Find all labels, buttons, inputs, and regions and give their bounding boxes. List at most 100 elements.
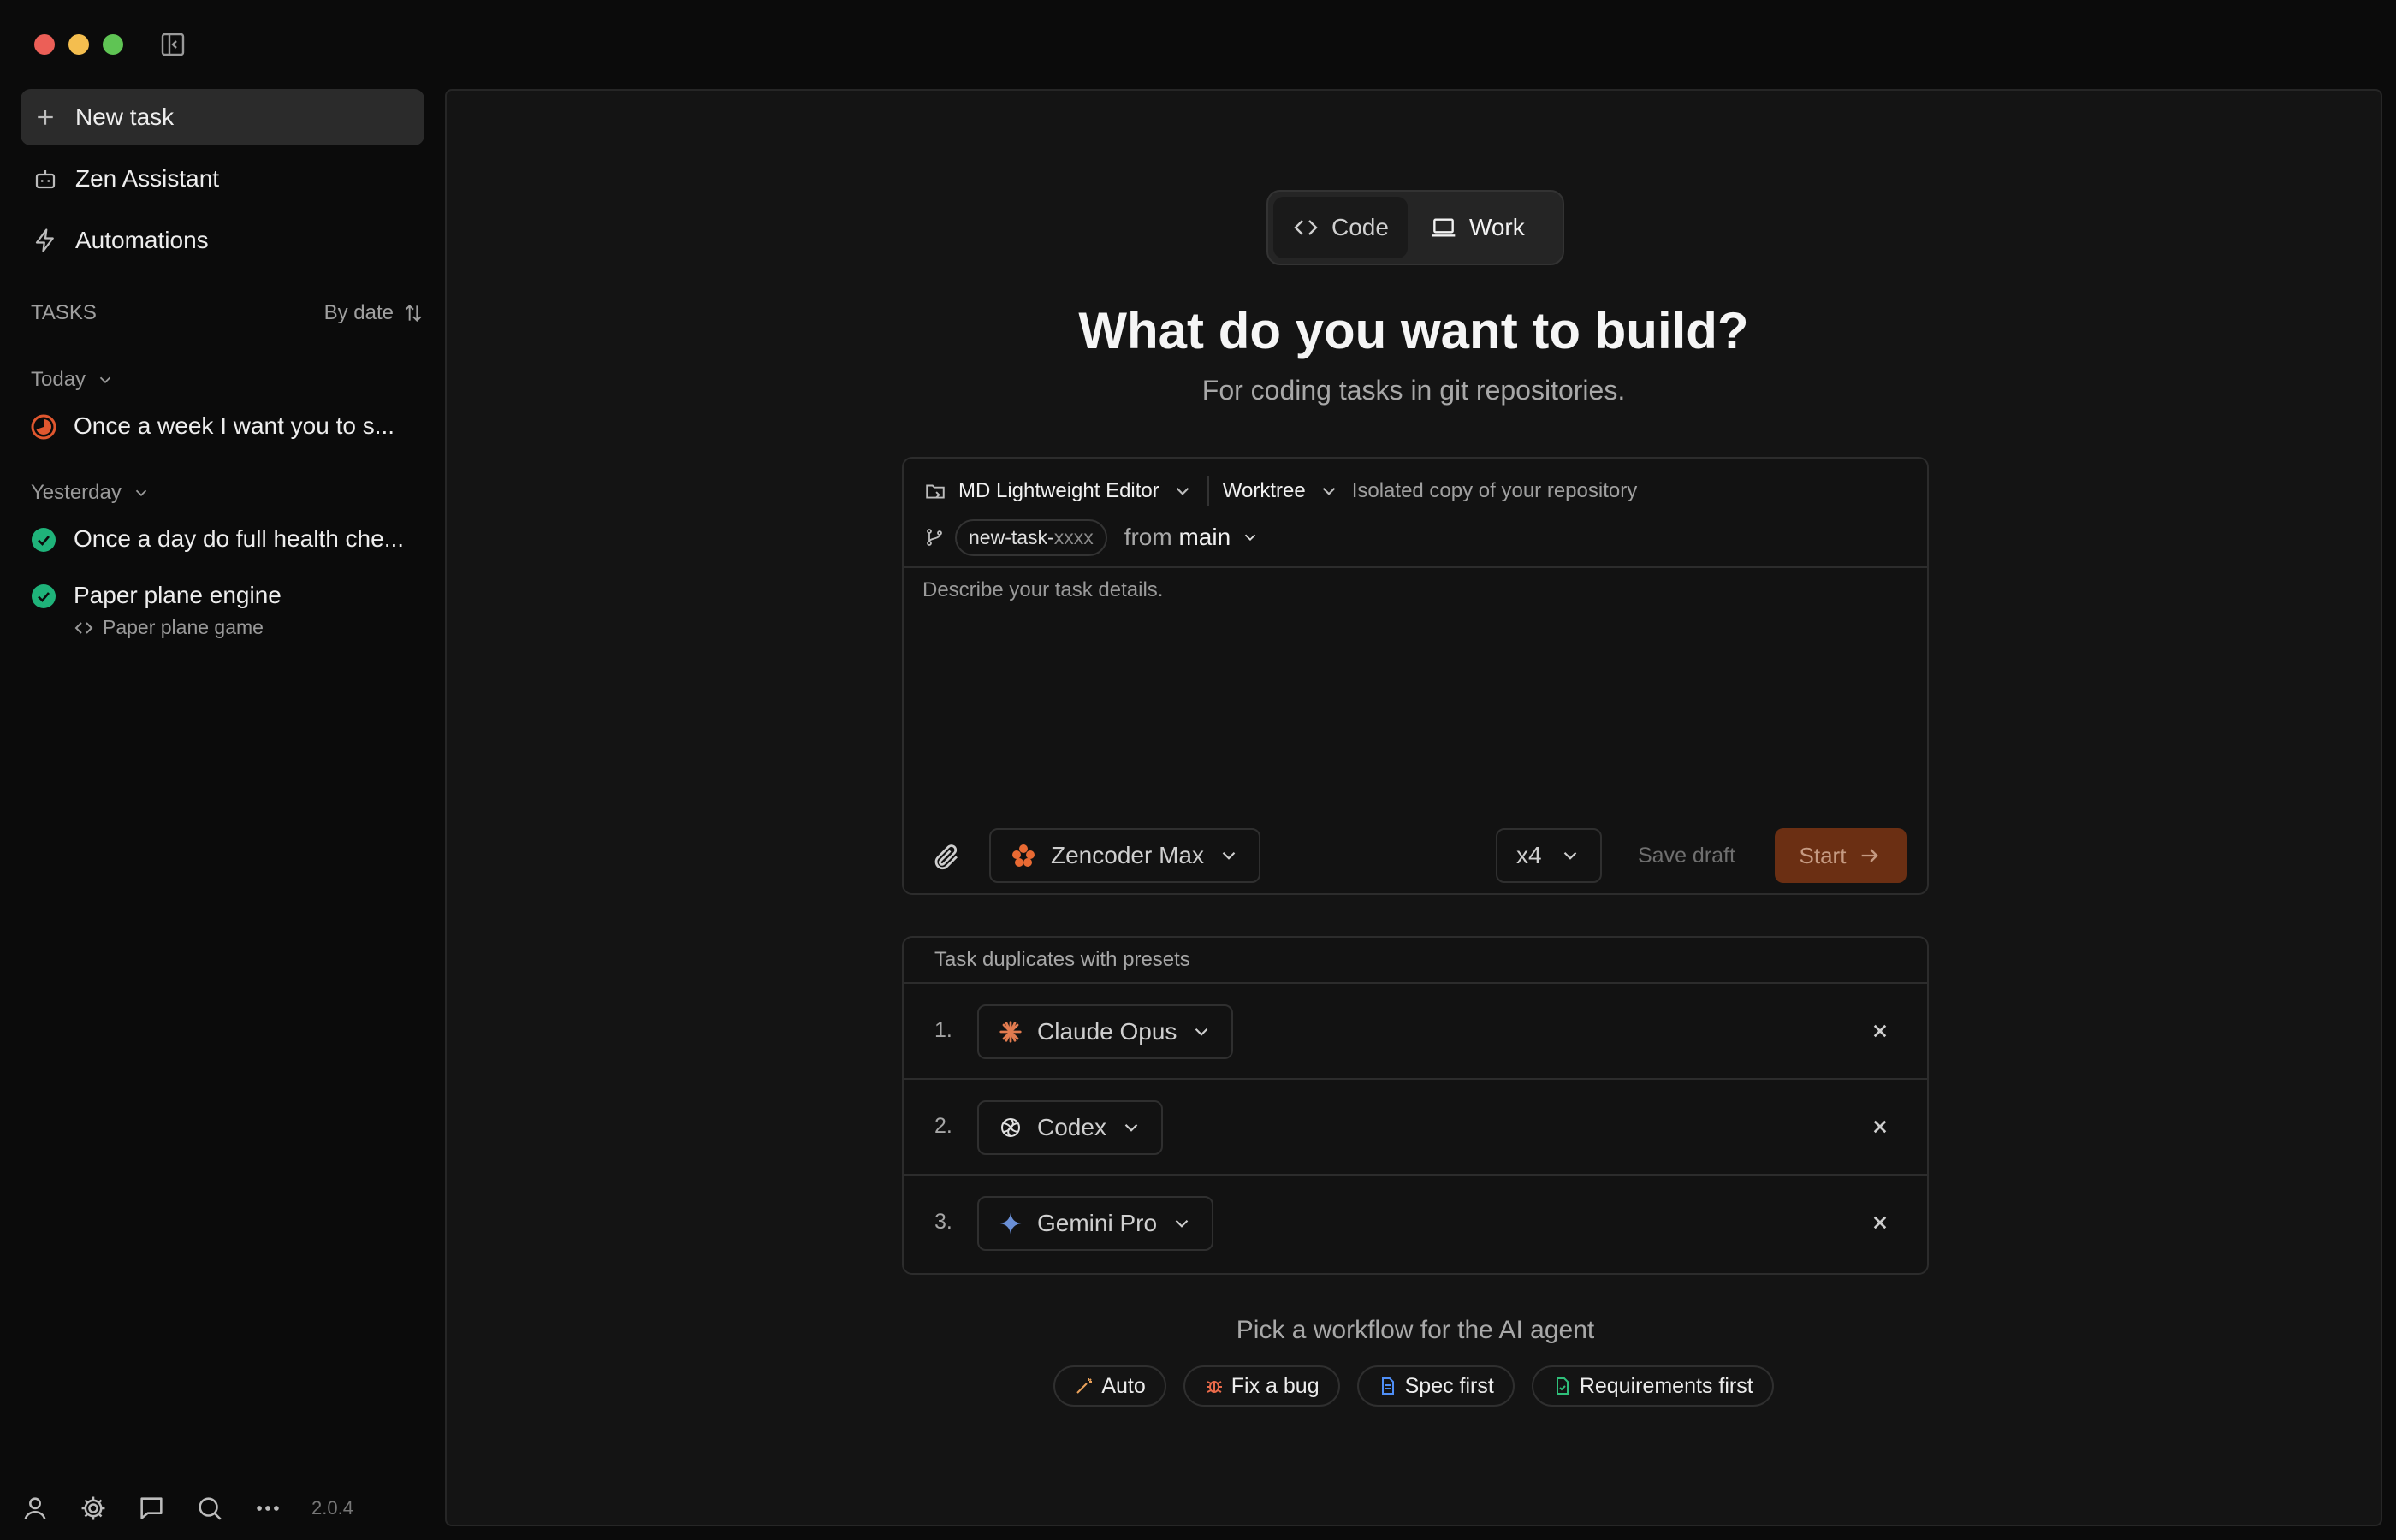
mode-switch: Code Work <box>1266 190 1564 265</box>
task-description-input[interactable] <box>922 578 1907 749</box>
start-button[interactable]: Start <box>1775 828 1907 883</box>
task-title: Once a day do full health che... <box>74 525 405 552</box>
preset-model-label: Gemini Pro <box>1037 1210 1158 1236</box>
close-icon[interactable] <box>1867 1114 1893 1140</box>
chevron-down-icon[interactable] <box>1318 480 1340 502</box>
env-description: Isolated copy of your repository <box>1351 479 1638 502</box>
user-icon[interactable] <box>21 1494 50 1523</box>
task-composer: MD Lightweight Editor Worktree Isolated … <box>902 457 1929 895</box>
openai-logo-icon <box>1001 1118 1020 1137</box>
preset-model-label: Codex <box>1037 1114 1106 1140</box>
group-yesterday-toggle[interactable]: Yesterday <box>31 481 151 505</box>
magic-wand-icon <box>1076 1378 1093 1394</box>
claude-logo-icon <box>999 1021 1022 1043</box>
start-label: Start <box>1799 842 1847 868</box>
chevron-down-icon <box>1222 851 1236 860</box>
workflow-spec-first-label: Spec first <box>1404 1373 1494 1398</box>
branch-prefix: new-task- <box>969 525 1054 548</box>
gear-icon[interactable] <box>79 1494 108 1523</box>
workflow-auto-button[interactable]: Auto <box>1053 1365 1166 1407</box>
repo-bar: MD Lightweight Editor Worktree Isolated … <box>924 472 1637 510</box>
preset-number: 2. <box>934 1114 952 1138</box>
workflow-requirements-first-button[interactable]: Requirements first <box>1531 1365 1774 1407</box>
sort-label: By date <box>323 301 394 324</box>
task-project: Paper plane game <box>74 616 424 639</box>
workflow-requirements-first-label: Requirements first <box>1579 1373 1753 1398</box>
sidebar-toggle-icon[interactable] <box>159 31 187 58</box>
document-icon <box>1381 1377 1394 1395</box>
task-item[interactable]: Once a day do full health che... <box>31 525 424 553</box>
preset-number: 3. <box>934 1210 952 1234</box>
preset-model-label: Claude Opus <box>1037 1018 1177 1045</box>
preset-row: 1. Claude Opus <box>904 982 1927 1078</box>
group-today-label: Today <box>31 368 86 391</box>
sidebar-item-zen-assistant[interactable]: Zen Assistant <box>21 151 424 207</box>
sidebar-footer: 2.0.4 <box>21 1494 353 1523</box>
preset-model-select[interactable]: Codex <box>977 1100 1163 1155</box>
repo-select[interactable]: MD Lightweight Editor <box>958 479 1159 503</box>
zencoder-logo-icon <box>1012 844 1035 867</box>
workflow-title: Pick a workflow for the AI agent <box>1236 1316 1595 1344</box>
branch-bar: new-task-xxxx from main <box>924 518 1260 556</box>
app-version: 2.0.4 <box>311 1497 353 1519</box>
branch-name-field[interactable]: new-task-xxxx <box>955 518 1107 556</box>
tab-work[interactable]: Work <box>1411 197 1544 258</box>
group-today-toggle[interactable]: Today <box>31 368 115 392</box>
bug-icon <box>1206 1381 1222 1393</box>
arrow-right-icon <box>1862 849 1879 862</box>
document-check-icon <box>1556 1377 1569 1395</box>
preset-row: 3. Gemini Pro <box>904 1174 1927 1270</box>
close-icon[interactable] <box>1867 1210 1893 1235</box>
chevron-down-icon[interactable] <box>1241 528 1260 547</box>
preset-model-select[interactable]: Gemini Pro <box>977 1196 1214 1251</box>
workflow-fix-bug-button[interactable]: Fix a bug <box>1183 1365 1340 1407</box>
check-circle-icon <box>31 583 56 609</box>
group-yesterday-label: Yesterday <box>31 481 122 504</box>
tab-code[interactable]: Code <box>1273 197 1408 258</box>
task-item[interactable]: Once a week I want you to s... <box>31 412 424 440</box>
multiplier-select[interactable]: x4 <box>1496 828 1602 883</box>
presets-title: Task duplicates with presets <box>934 948 1190 971</box>
maximize-window-button[interactable] <box>103 34 123 55</box>
gemini-logo-icon <box>999 1212 1022 1235</box>
chevron-down-icon <box>1124 1123 1138 1132</box>
chevron-down-icon <box>99 376 111 384</box>
base-branch-select[interactable]: from main <box>1124 524 1231 551</box>
workflow-spec-first-button[interactable]: Spec first <box>1356 1365 1515 1407</box>
task-title: Paper plane engine <box>74 582 282 608</box>
base-branch: main <box>1178 524 1231 550</box>
preset-row: 2. Codex <box>904 1078 1927 1174</box>
chevron-down-icon[interactable] <box>1171 480 1194 502</box>
more-icon[interactable] <box>253 1494 282 1523</box>
branch-suffix: xxxx <box>1053 525 1094 548</box>
chat-icon[interactable] <box>137 1494 166 1523</box>
close-icon[interactable] <box>1867 1018 1893 1044</box>
search-icon[interactable] <box>195 1494 224 1523</box>
preset-model-select[interactable]: Claude Opus <box>977 1004 1234 1059</box>
sidebar-item-automations[interactable]: Automations <box>21 212 424 269</box>
in-progress-icon <box>31 414 56 440</box>
close-window-button[interactable] <box>34 34 55 55</box>
automations-label: Automations <box>75 227 209 253</box>
workflow-auto-label: Auto <box>1101 1373 1146 1398</box>
from-label: from <box>1124 524 1172 550</box>
save-draft-button[interactable]: Save draft <box>1638 844 1735 868</box>
presets-panel: Task duplicates with presets 1. Claude O… <box>902 936 1929 1275</box>
minimize-window-button[interactable] <box>68 34 89 55</box>
new-task-label: New task <box>75 104 175 130</box>
divider <box>1207 476 1209 506</box>
bot-icon <box>33 166 58 192</box>
paperclip-icon[interactable] <box>931 842 962 873</box>
page-title: What do you want to build? <box>1078 302 1749 359</box>
model-select[interactable]: Zencoder Max <box>989 828 1260 883</box>
task-item[interactable]: Paper plane engine Paper plane game <box>31 582 424 639</box>
main-panel: Code Work What do you want to build? For… <box>445 89 2382 1526</box>
new-task-button[interactable]: New task <box>21 89 424 145</box>
page-subtitle: For coding tasks in git repositories. <box>1201 375 1626 406</box>
tab-code-label: Code <box>1331 214 1389 240</box>
chevron-down-icon <box>1175 1219 1189 1228</box>
sort-button[interactable]: By date <box>324 301 424 325</box>
model-select-label: Zencoder Max <box>1051 842 1204 868</box>
env-select[interactable]: Worktree <box>1223 479 1306 503</box>
tasks-section-header: TASKS By date <box>31 301 424 325</box>
